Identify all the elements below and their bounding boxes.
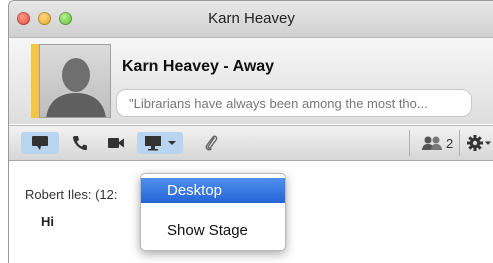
paperclip-icon xyxy=(205,135,218,151)
share-dropdown-menu: Desktop Show Stage xyxy=(140,173,286,251)
chat-bubble-icon xyxy=(32,136,48,150)
chat-message: Hi xyxy=(41,214,54,229)
chat-button[interactable] xyxy=(21,132,59,154)
call-button[interactable] xyxy=(67,132,93,154)
video-camera-icon xyxy=(108,138,124,148)
toolbar-divider xyxy=(409,130,410,156)
title-bar[interactable]: Karn Heavey xyxy=(9,1,493,38)
toolbar-divider xyxy=(459,130,460,156)
menu-item-show-stage[interactable]: Show Stage xyxy=(141,218,285,243)
chevron-down-icon xyxy=(485,141,491,145)
conversation-window: Karn Heavey Karn Heavey - Away "Libraria… xyxy=(8,0,493,263)
participants-count: 2 xyxy=(446,136,454,151)
conversation-toolbar: 2 xyxy=(9,125,493,161)
screen-share-button[interactable] xyxy=(137,132,183,154)
status-message-bubble: "Librarians have always been among the m… xyxy=(116,89,472,117)
screen-share-icon xyxy=(145,136,161,151)
participants-icon xyxy=(422,136,442,150)
avatar[interactable] xyxy=(39,44,111,118)
settings-button[interactable] xyxy=(465,132,493,154)
contact-name-status: Karn Heavey - Away xyxy=(122,58,275,75)
chat-sender-label: Robert Iles: (12: xyxy=(25,187,118,202)
video-button[interactable] xyxy=(103,132,129,154)
menu-item-desktop[interactable]: Desktop xyxy=(141,178,285,203)
window-title: Karn Heavey xyxy=(208,10,295,27)
presence-status-bar xyxy=(31,44,39,118)
participants-button[interactable] xyxy=(419,132,445,154)
gear-icon xyxy=(467,135,483,151)
attach-file-button[interactable] xyxy=(199,132,223,154)
chevron-down-icon xyxy=(168,141,176,145)
person-silhouette-icon xyxy=(46,58,106,117)
phone-icon xyxy=(72,136,87,151)
